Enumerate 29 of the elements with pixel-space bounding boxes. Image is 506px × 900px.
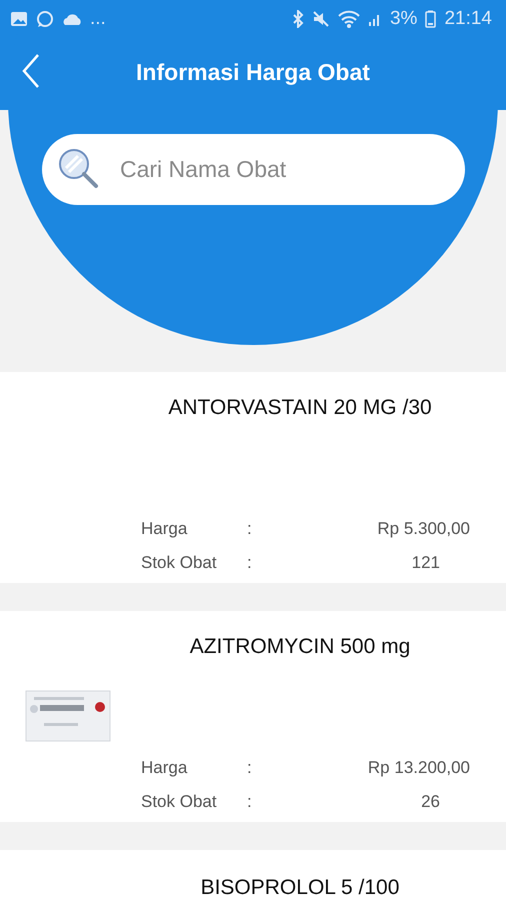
medicine-name: ANTORVASTAIN 20 MG /30 (167, 395, 433, 421)
chat-icon (36, 10, 54, 28)
field-label: Stok Obat (141, 791, 218, 813)
stock-value: 26 (420, 791, 441, 813)
battery-icon (425, 10, 436, 28)
search-field[interactable]: Cari Nama Obat (42, 134, 465, 205)
field-label: Stok Obat (141, 552, 218, 574)
mute-icon (312, 10, 330, 28)
status-time: 21:14 (444, 6, 492, 31)
item-card[interactable]: ANTORVASTAIN 20 MG /30 Harga : Rp 5.300,00 Stok Obat : 121 (0, 372, 506, 583)
colon-separator: : (247, 791, 253, 813)
stock-value: 121 (410, 552, 441, 574)
medicine-name: BISOPROLOL 5 /100 (200, 875, 400, 900)
colon-separator: : (247, 552, 253, 574)
wifi-icon (338, 10, 360, 28)
price-value: Rp 13.200,00 (366, 756, 470, 778)
item-card[interactable]: BISOPROLOL 5 /100 (0, 850, 506, 900)
colon-separator: : (247, 518, 253, 540)
page-title: Informasi Harga Obat (135, 58, 371, 87)
field-label: Harga (141, 518, 188, 540)
medicine-name: AZITROMYCIN 500 mg (188, 634, 412, 660)
overflow-indicator: ... (90, 6, 106, 31)
colon-separator: : (247, 756, 253, 778)
cloud-icon (62, 13, 82, 25)
item-card[interactable]: AZITROMYCIN 500 mg Harga : Rp 13.200,00 Stok Obat : 26 (0, 611, 506, 822)
battery-percent: 3% (390, 6, 418, 31)
field-label: Harga (141, 756, 188, 778)
bluetooth-icon (292, 10, 304, 28)
price-value: Rp 5.300,00 (376, 518, 470, 540)
